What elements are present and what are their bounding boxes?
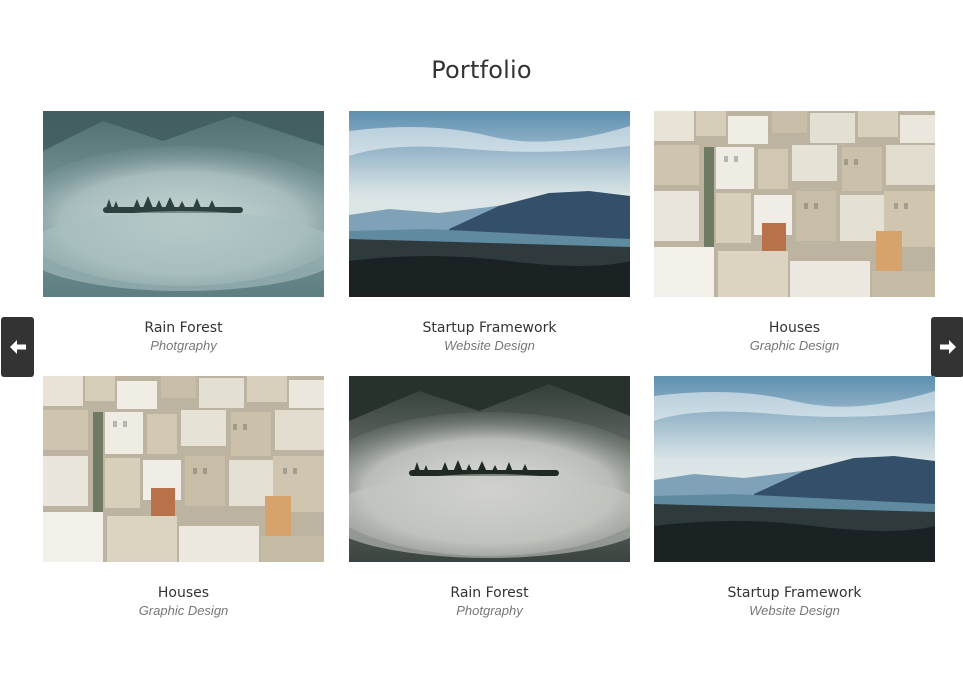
portfolio-thumbnail-rain-forest[interactable] xyxy=(349,376,630,562)
portfolio-item-category: Website Design xyxy=(749,603,840,618)
portfolio-item[interactable]: Startup Framework Website Design xyxy=(349,111,630,355)
portfolio-item[interactable]: Startup Framework Website Design xyxy=(654,376,935,620)
arrow-right-icon xyxy=(939,340,956,354)
portfolio-item-title[interactable]: Rain Forest xyxy=(43,319,324,337)
portfolio-thumbnail-rain-forest[interactable] xyxy=(43,111,324,297)
portfolio-item-title[interactable]: Startup Framework xyxy=(654,584,935,602)
portfolio-thumbnail-houses[interactable] xyxy=(43,376,324,562)
portfolio-item-category: Graphic Design xyxy=(138,603,229,618)
portfolio-item-category: Photgraphy xyxy=(150,338,217,353)
portfolio-item-title[interactable]: Houses xyxy=(654,319,935,337)
portfolio-thumbnail-houses[interactable] xyxy=(654,111,935,297)
portfolio-item[interactable]: Rain Forest Photgraphy xyxy=(349,376,630,620)
portfolio-item[interactable]: Rain Forest Photgraphy xyxy=(43,111,324,355)
portfolio-item-title[interactable]: Rain Forest xyxy=(349,584,630,602)
portfolio-thumbnail-startup-framework[interactable] xyxy=(349,111,630,297)
portfolio-item[interactable]: Houses Graphic Design xyxy=(43,376,324,620)
carousel-next-button[interactable] xyxy=(931,317,963,377)
portfolio-thumbnail-startup-framework[interactable] xyxy=(654,376,935,562)
carousel-prev-button[interactable] xyxy=(1,317,34,377)
portfolio-item-title[interactable]: Startup Framework xyxy=(349,319,630,337)
portfolio-item-category: Photgraphy xyxy=(456,603,523,618)
portfolio-page: Portfolio Rain Forest Photgraphy Startup… xyxy=(0,0,963,686)
portfolio-item-category: Website Design xyxy=(444,338,535,353)
arrow-left-icon xyxy=(9,340,26,354)
portfolio-item-category: Graphic Design xyxy=(749,338,840,353)
page-title: Portfolio xyxy=(431,56,532,84)
portfolio-item[interactable]: Houses Graphic Design xyxy=(654,111,935,355)
portfolio-item-title[interactable]: Houses xyxy=(43,584,324,602)
